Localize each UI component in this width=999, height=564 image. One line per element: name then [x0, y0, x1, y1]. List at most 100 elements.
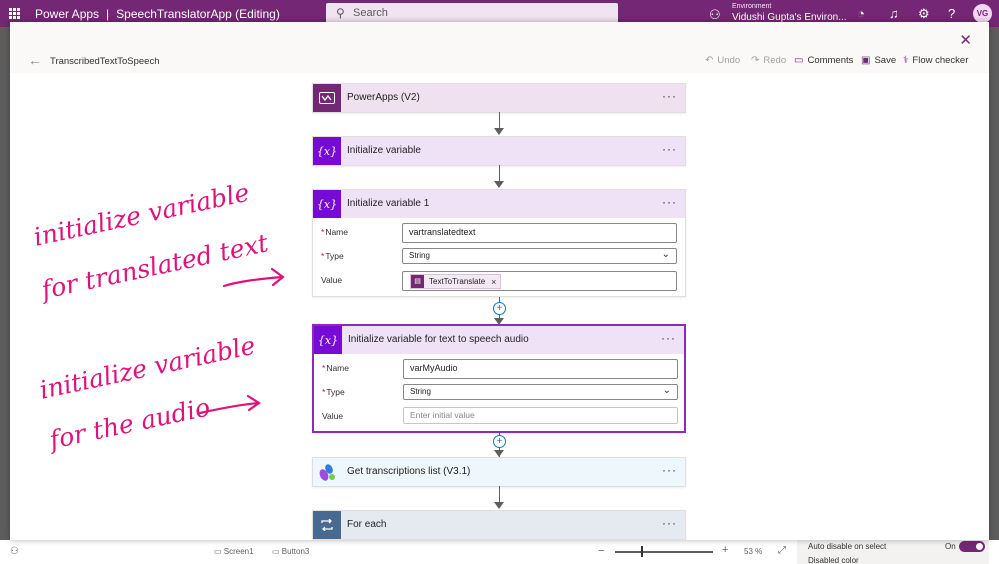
name-field-row: *Name vartranslatedtext — [321, 223, 677, 247]
more-options-icon[interactable]: ··· — [662, 195, 677, 209]
value-field-row: Value ▤ TextToTranslate × — [321, 271, 677, 295]
step-header[interactable]: {x} Initialize variable 1 ··· — [313, 190, 685, 218]
avatar[interactable]: VG — [973, 4, 992, 23]
search-icon: ⚲ — [336, 6, 345, 20]
auto-disable-state: On — [945, 542, 956, 551]
flow-checker-button[interactable]: ⚕ Flow checker — [903, 55, 968, 66]
chevron-down-icon: ⌄ — [661, 249, 670, 260]
app-launcher-icon[interactable] — [9, 8, 20, 19]
cognitive-services-icon — [313, 458, 341, 486]
dynamic-content-token[interactable]: ▤ TextToTranslate × — [410, 274, 502, 289]
flow-name: TranscribedTextToSpeech — [50, 56, 160, 67]
zoom-in-icon[interactable]: + — [722, 544, 728, 556]
auto-disable-toggle[interactable] — [959, 541, 985, 552]
value-input[interactable]: ▤ TextToTranslate × — [402, 271, 677, 291]
app-name[interactable]: Power Apps — [35, 7, 99, 21]
more-options-icon[interactable]: ··· — [661, 331, 676, 345]
fit-to-window-icon[interactable]: ⤢ — [778, 545, 786, 556]
step-body: *Name vartranslatedtext *Type String ⌄ V… — [313, 218, 685, 301]
type-dropdown[interactable]: String ⌄ — [402, 248, 677, 264]
more-options-icon[interactable]: ··· — [662, 142, 677, 156]
annotation-arrow-icon — [198, 394, 261, 415]
name-input[interactable]: varMyAudio — [403, 359, 678, 379]
command-bar: ← TranscribedTextToSpeech ↶ Undo ↷ Redo ▭ C… — [10, 49, 989, 73]
step-card-initialize-variable-audio[interactable]: {x} Initialize variable for text to spee… — [312, 324, 686, 433]
value-label: Value — [321, 275, 343, 285]
name-field-row: *Name varMyAudio — [322, 359, 678, 383]
zoom-slider-thumb[interactable] — [641, 546, 643, 557]
type-selected-value: String — [410, 387, 431, 396]
name-input[interactable]: vartranslatedtext — [402, 223, 677, 243]
step-card-get-transcriptions[interactable]: Get transcriptions list (V3.1) ··· — [312, 457, 686, 487]
remove-token-icon[interactable]: × — [491, 277, 496, 287]
type-label: *Type — [321, 251, 344, 261]
insert-step-plus-icon[interactable]: + — [493, 435, 506, 448]
step-header[interactable]: {x} Initialize variable ··· — [313, 137, 685, 165]
step-card-initialize-variable[interactable]: {x} Initialize variable ··· — [312, 136, 686, 166]
insert-step-plus-icon[interactable]: + — [493, 302, 506, 315]
studio-left-pane — [0, 27, 10, 540]
person-icon[interactable]: ⚇ — [10, 546, 19, 557]
connector-line — [499, 486, 500, 503]
step-title: Initialize variable 1 — [347, 198, 430, 209]
step-card-powerapps-trigger[interactable]: PowerApps (V2) ··· — [312, 83, 686, 113]
screen-breadcrumb[interactable]: ▭ Screen1 — [214, 547, 254, 556]
zoom-out-icon[interactable]: − — [598, 545, 604, 557]
close-icon[interactable]: ✕ — [959, 31, 972, 49]
connector-arrow-icon — [494, 181, 504, 188]
step-card-initialize-variable-1[interactable]: {x} Initialize variable 1 ··· *Name vart… — [312, 189, 686, 297]
connector-line — [499, 112, 500, 129]
variable-icon: {x} — [314, 326, 342, 354]
control-breadcrumb[interactable]: ▭ Button3 — [272, 547, 309, 556]
type-label: *Type — [322, 387, 345, 397]
save-icon: ▣ — [861, 55, 871, 66]
zoom-slider[interactable] — [615, 551, 713, 553]
save-button[interactable]: ▣ Save — [861, 55, 896, 66]
studio-right-pane — [989, 27, 999, 540]
redo-button[interactable]: ↷ Redo — [751, 55, 786, 66]
power-apps-icon: ▤ — [411, 275, 424, 288]
copilot-icon[interactable]: ◔ — [857, 6, 865, 21]
token-label: TextToTranslate — [429, 277, 486, 286]
connector-arrow-icon — [494, 128, 504, 135]
more-options-icon[interactable]: ··· — [662, 516, 677, 530]
name-label: *Name — [322, 363, 349, 373]
undo-icon: ↶ — [705, 55, 714, 66]
document-title: SpeechTranslatorApp (Editing) — [116, 7, 280, 21]
search-box[interactable]: ⚲ Search — [326, 3, 618, 23]
step-card-for-each[interactable]: For each ··· — [312, 510, 686, 540]
more-options-icon[interactable]: ··· — [662, 89, 677, 103]
help-icon[interactable]: ? — [948, 6, 955, 21]
flow-designer-panel: ✕ ← TranscribedTextToSpeech ↶ Undo ↷ Redo … — [10, 22, 989, 540]
step-header[interactable]: {x} Initialize variable for text to spee… — [314, 326, 684, 354]
type-field-row: *Type String ⌄ — [321, 247, 677, 271]
value-label: Value — [322, 411, 344, 421]
chevron-down-icon: ⌄ — [662, 385, 671, 396]
step-header[interactable]: Get transcriptions list (V3.1) ··· — [313, 458, 685, 486]
name-label: *Name — [321, 227, 348, 237]
step-header[interactable]: PowerApps (V2) ··· — [313, 84, 685, 112]
redo-icon: ↷ — [751, 55, 760, 66]
disabled-color-label: Disabled color — [808, 556, 859, 564]
search-placeholder: Search — [353, 7, 388, 19]
step-header[interactable]: For each ··· — [313, 511, 685, 539]
undo-button[interactable]: ↶ Undo — [705, 55, 740, 66]
settings-gear-icon[interactable]: ⚙ — [918, 6, 930, 22]
connector-arrow-icon — [494, 450, 504, 457]
back-arrow-icon[interactable]: ← — [28, 52, 42, 68]
value-input[interactable]: Enter initial value — [403, 407, 678, 424]
comments-button[interactable]: ▭ Comments — [794, 55, 853, 66]
stethoscope-icon: ⚕ — [903, 55, 909, 66]
step-title: PowerApps (V2) — [347, 92, 420, 103]
annotation-line: for the audio — [46, 392, 213, 455]
type-dropdown[interactable]: String ⌄ — [403, 384, 678, 400]
step-body: *Name varMyAudio *Type String ⌄ Value En… — [314, 354, 684, 437]
step-title: Initialize variable — [347, 145, 421, 156]
connector-arrow-icon — [494, 502, 504, 509]
zoom-level: 53 % — [744, 547, 763, 556]
comment-icon: ▭ — [794, 55, 804, 66]
variable-icon: {x} — [313, 137, 341, 165]
loop-icon — [313, 511, 341, 539]
more-options-icon[interactable]: ··· — [662, 463, 677, 477]
notifications-icon[interactable]: ♫ — [889, 6, 899, 21]
